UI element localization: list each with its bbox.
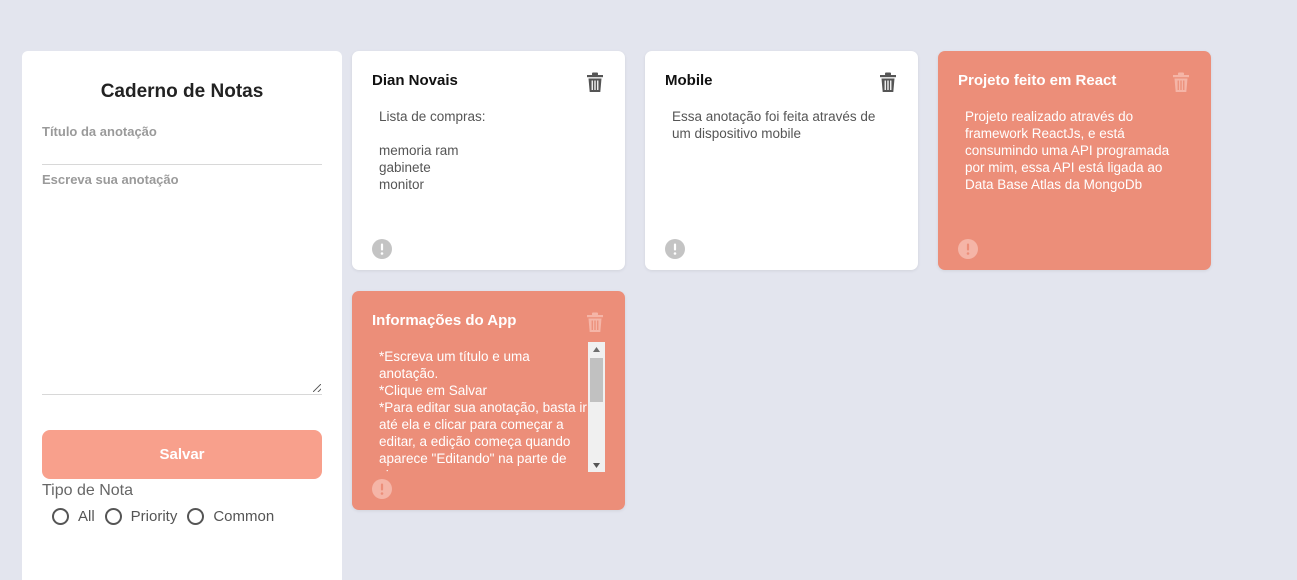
trash-icon[interactable]	[586, 312, 604, 333]
scrollbar-thumb[interactable]	[590, 358, 603, 402]
trash-icon[interactable]	[586, 72, 604, 93]
note-scrollbar[interactable]	[588, 342, 605, 472]
filter-option-label: Common	[213, 508, 275, 525]
note-form: Caderno de Notas Título da anotação Escr…	[22, 51, 342, 580]
note-title: Informações do App	[372, 312, 517, 329]
note-body[interactable]: Lista de compras: memoria ram gabinete m…	[379, 108, 589, 193]
scroll-up-icon[interactable]	[588, 342, 605, 356]
alert-icon[interactable]	[665, 239, 685, 259]
radio-circle-icon[interactable]	[52, 508, 69, 525]
title-field[interactable]: Título da anotação	[42, 124, 326, 165]
filter-radio-common[interactable]: Common	[187, 508, 274, 525]
note-card-priority[interactable]: Projeto feito em React Projeto realizado…	[938, 51, 1211, 270]
note-textarea[interactable]	[42, 192, 326, 396]
alert-icon[interactable]	[372, 239, 392, 259]
page-title: Caderno de Notas	[100, 81, 264, 102]
filter-option-label: Priority	[130, 508, 178, 525]
note-title: Mobile	[665, 72, 713, 89]
filter-option-label: All	[78, 508, 95, 525]
alert-icon[interactable]	[958, 239, 978, 259]
note-body[interactable]: *Escreva um título e uma anotação. *Cliq…	[379, 348, 589, 472]
trash-icon[interactable]	[1172, 72, 1190, 93]
filter-radio-priority[interactable]: Priority	[104, 508, 178, 525]
title-placeholder-label: Título da anotação	[42, 124, 157, 139]
note-field[interactable]: Escreva sua anotação	[42, 172, 326, 396]
note-title: Projeto feito em React	[958, 72, 1117, 89]
note-body[interactable]: Projeto realizado através do framework R…	[965, 108, 1175, 193]
note-card-priority[interactable]: Informações do App *Escreva um título e …	[352, 291, 625, 510]
note-card[interactable]: Dian Novais Lista de compras: memoria ra…	[352, 51, 625, 270]
trash-icon[interactable]	[879, 72, 897, 93]
radio-circle-icon[interactable]	[187, 508, 205, 525]
note-title: Dian Novais	[372, 72, 458, 89]
note-placeholder-label: Escreva sua anotação	[42, 172, 179, 187]
filter-radio-all[interactable]: All	[52, 508, 95, 525]
scroll-down-icon[interactable]	[588, 458, 605, 472]
radio-circle-icon[interactable]	[104, 508, 122, 525]
alert-icon[interactable]	[372, 479, 392, 499]
save-button[interactable]: Salvar	[42, 430, 322, 479]
filter-radio-group: All Priority Common	[42, 508, 322, 525]
title-input[interactable]	[42, 144, 326, 162]
resize-handle[interactable]	[313, 384, 321, 392]
filter-label: Tipo de Nota	[42, 482, 134, 499]
note-card[interactable]: Mobile Essa anotação foi feita através d…	[645, 51, 918, 270]
note-body[interactable]: Essa anotação foi feita através de um di…	[672, 108, 882, 142]
